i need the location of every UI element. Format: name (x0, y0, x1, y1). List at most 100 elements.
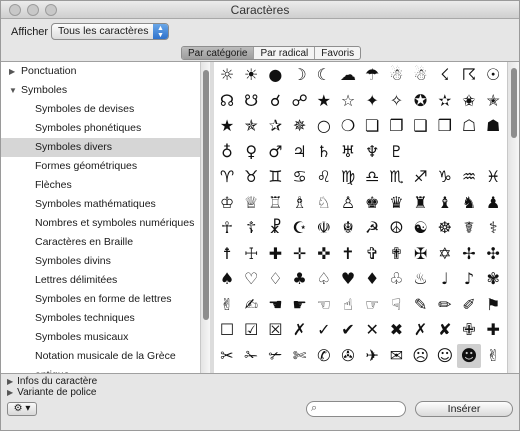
close-window-button[interactable] (9, 4, 21, 16)
character-cell[interactable]: ✰ (263, 114, 287, 138)
character-cell[interactable]: ♢ (263, 267, 287, 291)
character-cell[interactable]: ♓ (481, 165, 505, 189)
character-cell[interactable]: ♘ (312, 191, 336, 215)
character-cell[interactable]: ✏ (433, 293, 457, 317)
character-cell[interactable]: ✘ (433, 318, 457, 342)
character-cell[interactable]: ☈ (457, 63, 481, 87)
character-cell[interactable]: ♕ (239, 191, 263, 215)
sidebar-item[interactable]: Nombres et symboles numériques (1, 214, 200, 233)
character-cell[interactable]: ✄ (288, 344, 312, 368)
sidebar-item[interactable]: ▼ Symboles (1, 81, 200, 100)
character-cell[interactable]: ✛ (288, 242, 312, 266)
character-cell[interactable]: ♉ (239, 165, 263, 189)
character-cell[interactable]: ☼ (215, 63, 239, 87)
character-cell[interactable]: ✯ (239, 114, 263, 138)
character-cell[interactable]: ✌ (481, 344, 505, 368)
character-cell[interactable]: ✓ (312, 318, 336, 342)
character-cell[interactable]: ☃ (384, 63, 408, 87)
character-cell[interactable]: ✈ (360, 344, 384, 368)
sidebar-item[interactable]: Symboles techniques (1, 309, 200, 328)
variant-disclosure[interactable]: ▶ Variante de police (7, 387, 96, 398)
character-cell[interactable]: ✦ (360, 89, 384, 113)
sidebar-item[interactable]: Symboles divers (1, 138, 200, 157)
character-cell[interactable]: ☮ (384, 216, 408, 240)
character-cell[interactable]: ❏ (360, 114, 384, 138)
character-cell[interactable]: ☺ (433, 344, 457, 368)
character-cell[interactable]: ♞ (457, 191, 481, 215)
character-cell[interactable]: ♏ (384, 165, 408, 189)
character-cell[interactable]: ✵ (288, 114, 312, 138)
sidebar-item[interactable]: Symboles divins (1, 252, 200, 271)
character-cell[interactable]: ● (263, 63, 287, 87)
character-cell[interactable]: ✞ (360, 242, 384, 266)
sidebar-scroll-thumb[interactable] (203, 70, 209, 320)
character-cell[interactable]: ★ (215, 114, 239, 138)
character-cell[interactable]: ✆ (312, 344, 336, 368)
character-cell[interactable]: ♔ (215, 191, 239, 215)
character-cell[interactable]: ☆ (336, 89, 360, 113)
character-cell[interactable]: ✙ (457, 318, 481, 342)
character-cell[interactable]: ✎ (409, 293, 433, 317)
character-cell[interactable]: ✡ (433, 242, 457, 266)
character-cell[interactable]: ♒ (457, 165, 481, 189)
character-cell[interactable]: ✣ (481, 242, 505, 266)
character-cell[interactable]: ☂ (360, 63, 384, 87)
character-cell[interactable]: ♍ (336, 165, 360, 189)
character-cell[interactable]: ✐ (457, 293, 481, 317)
sidebar-item[interactable]: Formes géométriques (1, 157, 200, 176)
grid-scrollbar[interactable] (507, 62, 519, 373)
character-cell[interactable]: ☸ (433, 216, 457, 240)
afficher-select[interactable]: Tous les caractères ▲ ▼ (51, 23, 169, 40)
character-cell[interactable]: ☋ (239, 89, 263, 113)
character-cell[interactable]: ✠ (409, 242, 433, 266)
character-cell[interactable]: ☒ (263, 318, 287, 342)
character-cell[interactable]: ☪ (288, 216, 312, 240)
character-cell[interactable]: ♂ (263, 140, 287, 164)
character-cell[interactable]: ☧ (263, 216, 287, 240)
character-cell[interactable]: ☯ (409, 216, 433, 240)
character-cell[interactable]: ☁ (336, 63, 360, 87)
sidebar-item[interactable]: Caractères en Braille (1, 233, 200, 252)
character-cell[interactable]: ☨ (215, 242, 239, 266)
character-cell[interactable]: ☝ (336, 293, 360, 317)
character-cell[interactable]: ♗ (288, 191, 312, 215)
action-menu-button[interactable]: ⚙ ▾ (7, 402, 37, 416)
character-cell[interactable]: ♤ (312, 267, 336, 291)
character-cell[interactable]: ♦ (360, 267, 384, 291)
tab-1[interactable]: Par radical (254, 47, 316, 59)
character-cell[interactable]: ✇ (336, 344, 360, 368)
character-cell[interactable]: ✂ (215, 344, 239, 368)
character-cell[interactable]: ☜ (312, 293, 336, 317)
character-cell[interactable] (433, 140, 457, 164)
character-cell[interactable]: ♋ (288, 165, 312, 189)
character-cell[interactable]: ✾ (481, 267, 505, 291)
character-cell[interactable]: ☇ (433, 63, 457, 87)
character-cell[interactable]: ♊ (263, 165, 287, 189)
character-cell[interactable] (409, 140, 433, 164)
sidebar-item[interactable]: Lettres délimitées (1, 271, 200, 290)
character-cell[interactable]: ☍ (288, 89, 312, 113)
character-cell[interactable]: ♁ (215, 140, 239, 164)
character-cell[interactable]: ☫ (312, 216, 336, 240)
character-cell[interactable]: ♚ (360, 191, 384, 215)
character-cell[interactable]: ✭ (481, 89, 505, 113)
character-cell[interactable]: ☗ (481, 114, 505, 138)
character-cell[interactable]: ⚕ (481, 216, 505, 240)
character-cell[interactable] (457, 140, 481, 164)
character-cell[interactable]: ☟ (384, 293, 408, 317)
character-cell[interactable]: ♜ (409, 191, 433, 215)
disclosure-icon[interactable]: ▶ (9, 62, 15, 81)
character-cell[interactable]: ✔ (336, 318, 360, 342)
character-cell[interactable]: ☛ (288, 293, 312, 317)
character-cell[interactable]: ☦ (239, 216, 263, 240)
zoom-window-button[interactable] (45, 4, 57, 16)
character-cell[interactable]: ♣ (288, 267, 312, 291)
character-cell[interactable]: ♀ (239, 140, 263, 164)
character-cell[interactable]: ♑ (433, 165, 457, 189)
character-cell[interactable]: ♇ (384, 140, 408, 164)
character-cell[interactable]: ☊ (215, 89, 239, 113)
sidebar-item[interactable]: Symboles en forme de lettres (1, 290, 200, 309)
character-cell[interactable]: ✗ (288, 318, 312, 342)
character-cell[interactable]: ✍ (239, 293, 263, 317)
sidebar-scrollbar[interactable] (200, 62, 210, 373)
